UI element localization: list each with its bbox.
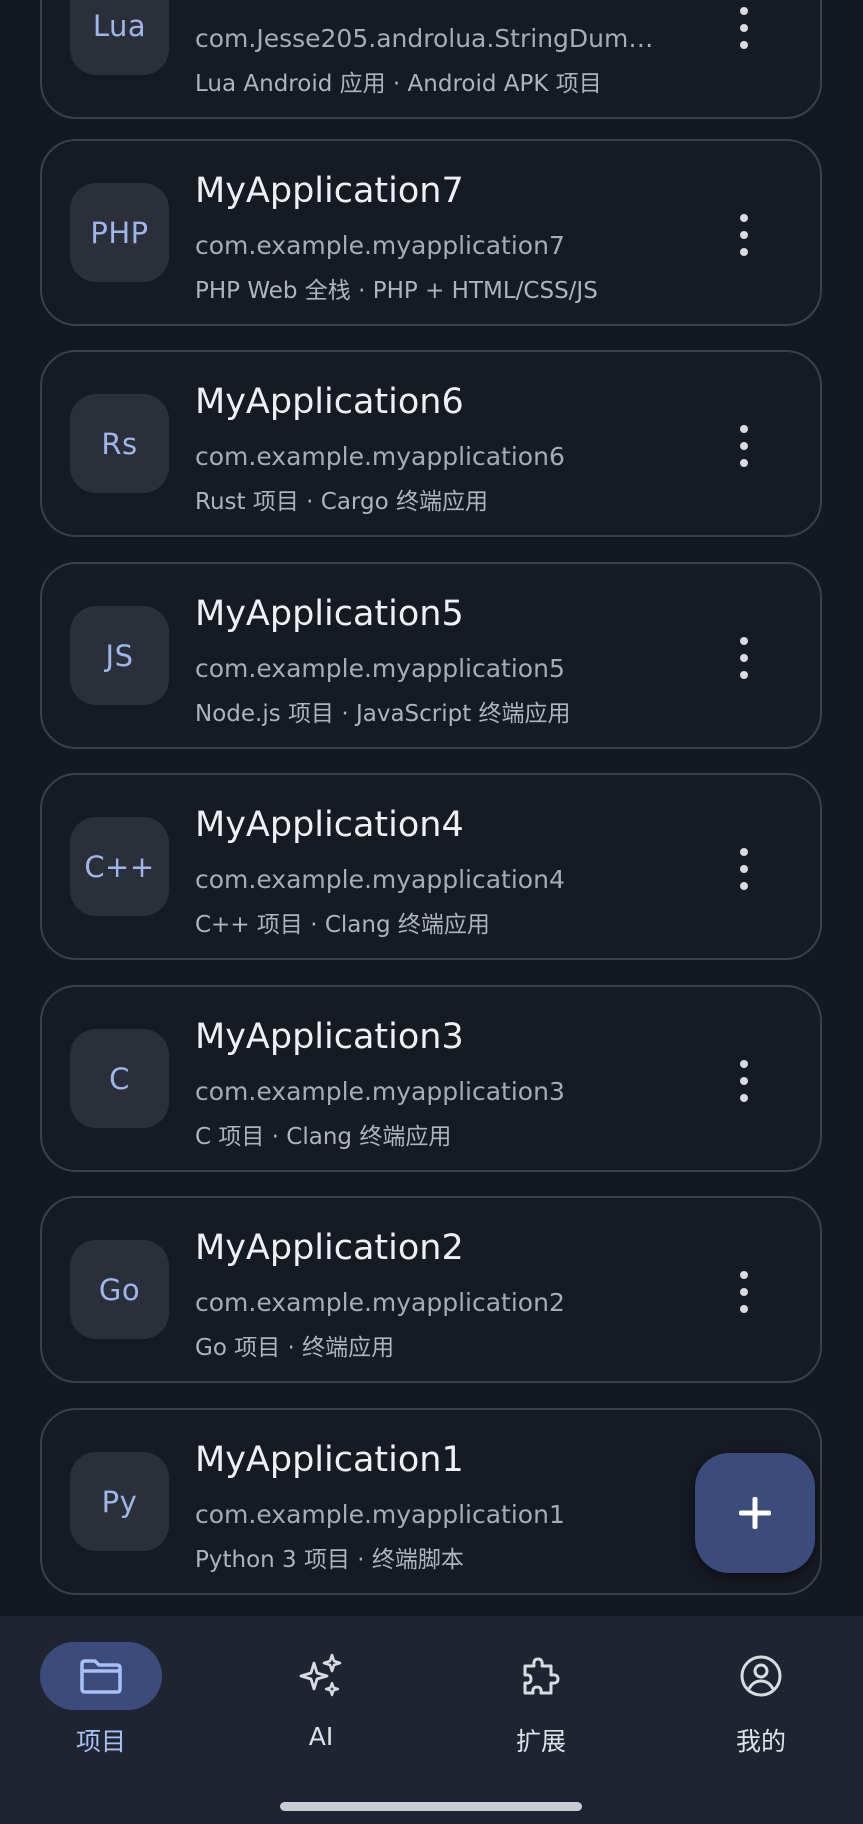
nav-item-profile[interactable]: 我的 [686, 1642, 836, 1772]
project-tags: Go 项目 · 终端应用 [195, 1335, 395, 1361]
nav-label: 扩展 [515, 1727, 566, 1756]
project-card-js[interactable]: JS MyApplication5 com.example.myapplicat… [40, 562, 822, 749]
project-type-badge: C++ [70, 817, 169, 916]
home-indicator[interactable] [280, 1802, 582, 1811]
nav-label: 我的 [735, 1727, 786, 1756]
nav-label: 项目 [75, 1727, 126, 1756]
more-options-icon[interactable] [732, 848, 756, 890]
project-card-go[interactable]: Go MyApplication2 com.example.myapplicat… [40, 1196, 822, 1383]
plus-icon [739, 1497, 771, 1529]
bottom-navigation-bar: 项目 AI 扩展 我的 [0, 1616, 863, 1824]
project-card-lua[interactable]: Lua com.Jesse205.androlua.StringDum… Lua… [40, 0, 822, 119]
project-package: com.example.myapplication1 [195, 1500, 565, 1529]
more-options-icon[interactable] [732, 214, 756, 256]
more-options-icon[interactable] [732, 1271, 756, 1313]
add-project-button[interactable] [695, 1453, 815, 1573]
project-package: com.example.myapplication5 [195, 654, 565, 683]
project-type-badge: Py [70, 1452, 169, 1551]
more-options-icon[interactable] [732, 425, 756, 467]
project-name: MyApplication5 [195, 594, 464, 634]
more-options-icon[interactable] [732, 7, 756, 49]
screen: Lua com.Jesse205.androlua.StringDum… Lua… [0, 0, 863, 1824]
project-name: MyApplication4 [195, 805, 464, 845]
project-card-php[interactable]: PHP MyApplication7 com.example.myapplica… [40, 139, 822, 326]
project-package: com.example.myapplication7 [195, 231, 565, 260]
project-package: com.example.myapplication3 [195, 1077, 565, 1106]
project-name: MyApplication6 [195, 382, 464, 422]
account-circle-icon [740, 1655, 782, 1697]
project-tags: Node.js 项目 · JavaScript 终端应用 [195, 701, 571, 727]
nav-item-extensions[interactable]: 扩展 [466, 1642, 616, 1772]
project-tags: Python 3 项目 · 终端脚本 [195, 1547, 464, 1573]
more-options-icon[interactable] [732, 1060, 756, 1102]
project-tags: C++ 项目 · Clang 终端应用 [195, 912, 490, 938]
project-type-badge: JS [70, 606, 169, 705]
project-tags: Lua Android 应用 · Android APK 项目 [195, 71, 602, 97]
project-tags: PHP Web 全栈 · PHP + HTML/CSS/JS [195, 278, 598, 304]
nav-item-ai[interactable]: AI [246, 1642, 396, 1772]
project-card-cpp[interactable]: C++ MyApplication4 com.example.myapplica… [40, 773, 822, 960]
folder-icon [80, 1659, 122, 1694]
project-name: MyApplication7 [195, 171, 464, 211]
nav-label: AI [308, 1722, 334, 1751]
project-type-badge: C [70, 1029, 169, 1128]
project-package: com.Jesse205.androlua.StringDum… [195, 24, 654, 53]
project-package: com.example.myapplication6 [195, 442, 565, 471]
project-card-rust[interactable]: Rs MyApplication6 com.example.myapplicat… [40, 350, 822, 537]
project-package: com.example.myapplication4 [195, 865, 565, 894]
project-type-badge: Lua [70, 0, 169, 75]
sparkles-icon [299, 1653, 342, 1697]
nav-active-indicator [40, 1642, 162, 1710]
project-tags: C 项目 · Clang 终端应用 [195, 1124, 452, 1150]
project-type-badge: PHP [70, 183, 169, 282]
project-package: com.example.myapplication2 [195, 1288, 565, 1317]
project-tags: Rust 项目 · Cargo 终端应用 [195, 489, 488, 515]
nav-item-projects[interactable]: 项目 [26, 1642, 176, 1772]
project-name: MyApplication2 [195, 1228, 464, 1268]
more-options-icon[interactable] [732, 637, 756, 679]
project-card-c[interactable]: C MyApplication3 com.example.myapplicati… [40, 985, 822, 1172]
project-type-badge: Go [70, 1240, 169, 1339]
project-type-badge: Rs [70, 394, 169, 493]
project-name: MyApplication1 [195, 1440, 464, 1480]
project-name: MyApplication3 [195, 1017, 464, 1057]
puzzle-icon [523, 1657, 560, 1695]
